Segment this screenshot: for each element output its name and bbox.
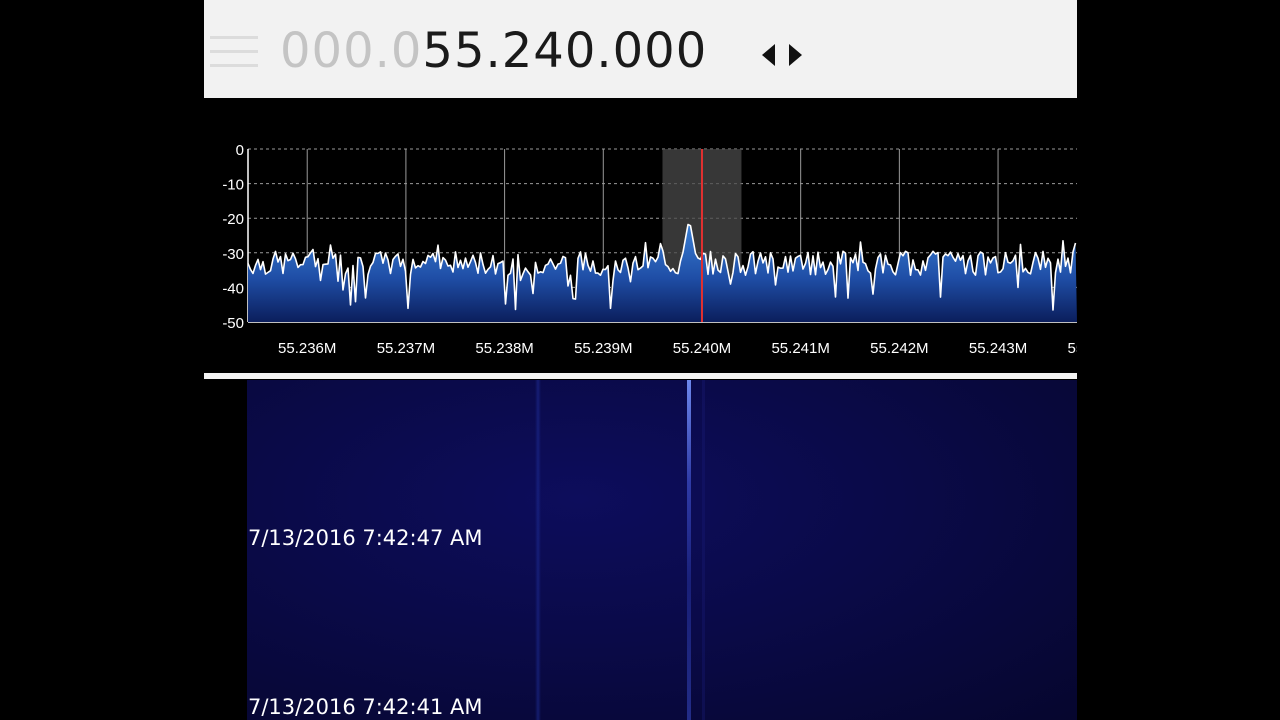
tune-arrows[interactable] xyxy=(760,40,810,70)
panel-divider[interactable] xyxy=(204,373,1077,379)
x-tick-label: 55.242M xyxy=(870,340,928,357)
arrow-right-icon[interactable] xyxy=(789,44,802,66)
y-tick-label: 0 xyxy=(236,142,244,159)
frequency-bar: 000.055.240.000 xyxy=(204,0,1077,98)
spectrum-plot[interactable]: 0-10-20-30-40-50 55.236M 55.237M 55.238M 55… xyxy=(204,140,1077,360)
y-tick-label: -50 xyxy=(222,315,244,332)
waterfall-timestamp: 7/13/2016 7:42:47 AM xyxy=(248,526,483,550)
arrow-left-icon[interactable] xyxy=(762,44,775,66)
y-tick-label: -30 xyxy=(222,246,244,263)
frequency-display[interactable]: 000.055.240.000 xyxy=(280,22,707,80)
waterfall-timestamp: 7/13/2016 7:42:41 AM xyxy=(248,695,483,719)
x-tick-label: 55.239M xyxy=(574,340,632,357)
waterfall-streak xyxy=(535,380,541,720)
y-tick-label: -10 xyxy=(222,177,244,194)
frequency-leading-digits[interactable]: 000.0 xyxy=(280,23,422,79)
y-tick-label: -40 xyxy=(222,280,244,297)
y-tick-label: -20 xyxy=(222,211,244,228)
y-axis-ticks: 0 -10 -20 -30 -40 -50 xyxy=(222,142,244,332)
waterfall-display[interactable] xyxy=(247,380,1077,720)
x-tick-label: 55.238M xyxy=(475,340,533,357)
x-tick-label: 55.244M xyxy=(1068,340,1077,357)
x-tick-label: 55.240M xyxy=(673,340,731,357)
waterfall-signal-trace xyxy=(687,380,691,720)
drag-handle[interactable] xyxy=(204,22,260,80)
x-tick-label: 55.236M xyxy=(278,340,336,357)
x-tick-label: 55.241M xyxy=(771,340,829,357)
x-tick-label: 55.237M xyxy=(377,340,435,357)
waterfall-streak xyxy=(702,380,705,720)
x-axis-ticks: 55.236M 55.237M 55.238M 55.239M 55.240M 55.24… xyxy=(278,340,1077,357)
x-tick-label: 55.243M xyxy=(969,340,1027,357)
frequency-value[interactable]: 55.240.000 xyxy=(422,23,707,79)
